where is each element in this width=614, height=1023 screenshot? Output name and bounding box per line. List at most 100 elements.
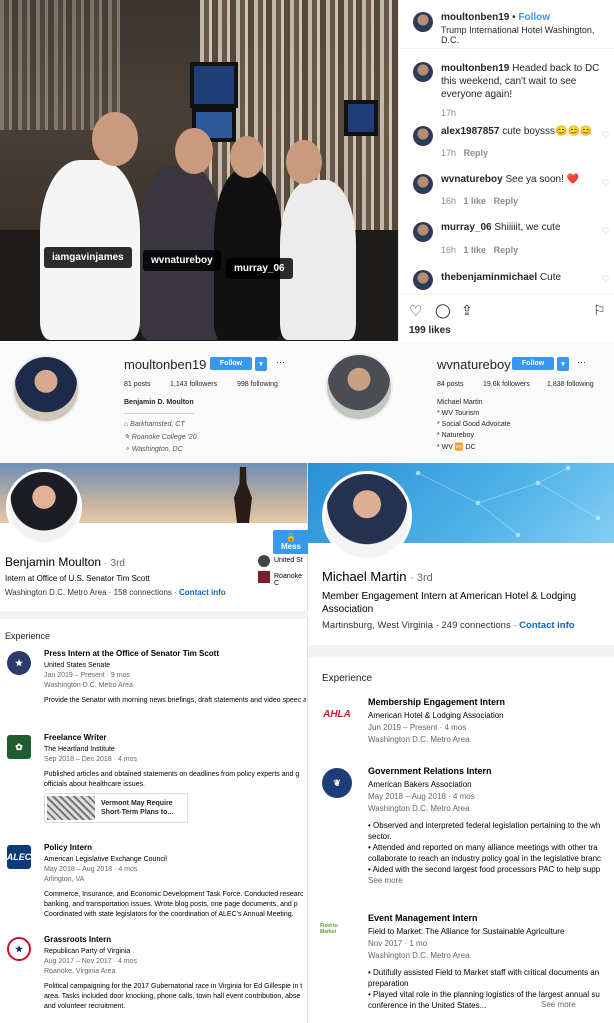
education[interactable]: Roanoke C [274,573,307,587]
current-company[interactable]: United St [274,557,303,564]
comment-user[interactable]: alex1987857 [441,126,499,137]
avatar[interactable] [322,471,412,561]
followers-count[interactable]: 1,143 followers [170,381,217,388]
senate-logo [258,555,270,567]
likes-count[interactable]: 199 likes [409,325,451,336]
college-logo [258,571,270,583]
comment-user[interactable]: thebenjaminmichael [441,272,537,283]
photo-tag[interactable]: iamgavinjames [44,247,132,268]
more-icon[interactable]: ··· [276,357,285,367]
entry-org: American Bakers Association [368,780,472,789]
comment-text: cute boysss😊😊😊 [502,126,593,137]
bio-line: ⌂ Barkhamsted, CT [124,421,185,428]
avatar[interactable] [413,126,433,146]
reply-button[interactable]: Reply [464,148,489,158]
comment-text: Cute [539,272,562,283]
entry-location: Washington D.C. Metro Area [368,735,470,744]
follow-button[interactable]: Follow [512,357,554,370]
bio-line: * Social Good Advocate [437,421,511,428]
media-title: Vermont May Require Short-Term Plans to.… [101,800,174,816]
entry-dates: May 2018 – Aug 2018 · 4 mos [44,866,138,873]
linkedin-profile: 🔒 Mess United St Roanoke C Benjamin Moul… [0,463,309,1023]
avatar[interactable] [413,62,433,82]
entry-title[interactable]: Policy Intern [44,843,92,852]
post-author[interactable]: moultonben19 [441,12,509,23]
comment-likes[interactable]: 1 like [464,245,487,255]
entry-title[interactable]: Freelance Writer [44,733,107,742]
more-icon[interactable]: ··· [577,357,586,367]
comment-text: Shiiiiit, we cute [494,222,561,233]
photo-tag[interactable]: murray_06 [226,258,293,279]
comment-time: 16h [441,245,457,255]
chevron-down-icon[interactable]: ▾ [255,357,267,371]
avatar[interactable] [413,174,433,194]
entry-title[interactable]: Press Intern at the Office of Senator Ti… [44,649,219,658]
following-count[interactable]: 1,838 following [547,381,594,388]
entry-dates: Sep 2018 – Dec 2018 · 4 mos [44,756,138,763]
instagram-profile: wvnatureboy Follow ▾ ··· 84 posts 19.6k … [307,343,614,463]
photo-tag[interactable]: wvnatureboy [143,250,221,271]
avatar[interactable] [413,222,433,242]
bookmark-icon[interactable]: ⚐ [593,302,606,319]
share-icon[interactable]: ⇪ [461,302,473,319]
comment-likes[interactable]: 1 like [464,196,487,206]
reply-button[interactable]: Reply [494,196,519,206]
linkedin-profile: Michael Martin · 3rd Member Engagement I… [308,463,614,1023]
heart-icon[interactable]: ♡ [602,130,610,141]
avatar[interactable] [12,355,80,423]
comment-icon[interactable]: ◯ [435,302,451,319]
entry-location: Washington D.C. Metro Area [368,951,470,960]
profile-name: Benjamin Moulton [5,555,102,569]
entry-location: Roanoke, Virginia Area [44,968,116,975]
section-title: Experience [322,673,373,684]
senate-seal-icon: ★ [7,651,31,675]
connections[interactable]: 249 connections [442,620,511,631]
entry-title[interactable]: Membership Engagement Intern [368,697,505,707]
headline: Intern at Office of U.S. Senator Tim Sco… [5,574,150,583]
following-count[interactable]: 998 following [237,381,278,388]
contact-info-link[interactable]: Contact info [519,620,574,631]
avatar[interactable] [325,353,393,421]
followers-count[interactable]: 19.6k followers [483,381,530,388]
headline: Member Engagement Intern at American Hot… [322,591,577,615]
bio-line: * Natureboy [437,432,474,439]
message-button[interactable]: 🔒 Mess [273,530,309,554]
avatar[interactable] [413,12,433,32]
follow-link[interactable]: Follow [518,12,550,23]
section-title: Experience [5,631,51,641]
entry-title[interactable]: Government Relations Intern [368,766,492,776]
entry-org: The Heartland Institute [44,746,115,753]
avatar[interactable] [413,270,433,290]
location: Washington D.C. Metro Area [5,588,107,597]
reply-button[interactable]: Reply [494,245,519,255]
comment-user[interactable]: moultonben19 [441,63,509,74]
contact-info-link[interactable]: Contact info [179,588,226,597]
entry-title[interactable]: Grassroots Intern [44,935,111,944]
entry-location: Washington D.C. Metro Area [368,804,470,813]
profile-name: Michael Martin [322,569,407,584]
entry-description: Published articles and obtained statemen… [44,771,300,788]
party-logo-icon: ★ [7,937,31,961]
heart-icon[interactable]: ♡ [602,226,610,237]
oak-leaf-icon: ✿ [7,735,31,759]
entry-dates: Jun 2019 – Present · 4 mos [368,723,467,732]
see-more-link[interactable]: See more [538,1000,576,1009]
comment-user[interactable]: wvnatureboy [441,174,503,185]
media-attachment[interactable]: Vermont May Require Short-Term Plans to.… [44,793,188,823]
comment-time: 17h [441,148,457,158]
heart-icon[interactable]: ♡ [602,274,610,285]
comment-user[interactable]: murray_06 [441,222,492,233]
follow-button[interactable]: Follow [210,357,252,370]
chevron-down-icon[interactable]: ▾ [557,357,569,371]
posts-count: 81 posts [124,381,151,388]
post-location[interactable]: Trump International Hotel Washington, D.… [441,25,614,45]
post-photo[interactable]: iamgavinjames wvnatureboy murray_06 [0,0,398,341]
like-icon[interactable]: ♡ [409,302,422,320]
connections[interactable]: 158 connections [114,588,172,597]
location: Martinsburg, West Virginia [322,620,434,631]
see-more-link[interactable]: See more [368,876,403,885]
entry-title[interactable]: Event Management Intern [368,913,478,923]
connection-degree: · 3rd [410,572,433,584]
avatar[interactable] [6,469,82,545]
heart-icon[interactable]: ♡ [602,178,610,189]
